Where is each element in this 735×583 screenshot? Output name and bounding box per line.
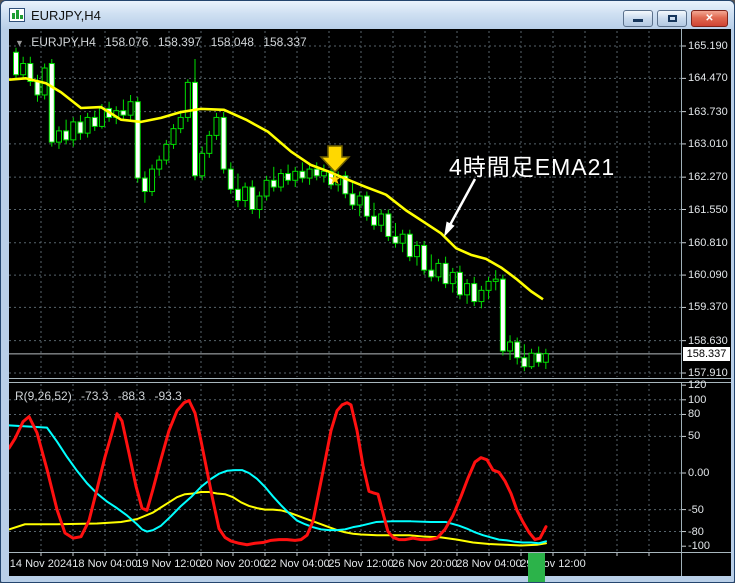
chart-quote-header: ▼ EURJPY,H4 158.076 158.397 158.048 158.… [15,35,313,49]
header-symbol: EURJPY,H4 [31,35,96,49]
indicator-value-2: -88.3 [117,389,146,403]
chevron-down-icon[interactable]: ▼ [15,38,24,48]
indicator-value-3: -93.3 [154,389,182,403]
titlebar[interactable]: EURJPY,H4 ✕ [1,1,734,29]
yellow-down-arrow-icon: ★ [319,145,351,188]
header-close: 158.337 [263,35,307,49]
close-icon: ✕ [705,13,714,24]
mt4-chart-window: ★ ▼ EURJPY,H4 158.076 158.397 158.048 15… [0,0,735,583]
indicator-name: R(9,26,52) [15,389,72,403]
restore-icon [667,15,677,22]
ema-annotation-text: 4時間足EMA21 [449,154,616,180]
restore-button[interactable] [657,10,687,27]
green-highlight-marker [528,553,545,582]
minimize-button[interactable] [623,10,653,27]
header-open: 158.076 [105,35,149,49]
header-low: 158.048 [210,35,254,49]
annotation-overlay: ★ [319,145,477,237]
current-price-tag: 158.337 [683,346,730,361]
header-high: 158.397 [157,35,202,49]
chart-icon [9,8,25,22]
white-arrow-icon [444,178,477,237]
indicator-label: R(9,26,52) -73.3 -88.3 -93.3 [15,389,188,403]
indicator-value-1: -73.3 [81,389,109,403]
minimize-icon [633,19,643,22]
star-icon: ★ [328,171,341,188]
window-title: EURJPY,H4 [31,7,101,23]
close-button[interactable]: ✕ [691,10,728,27]
